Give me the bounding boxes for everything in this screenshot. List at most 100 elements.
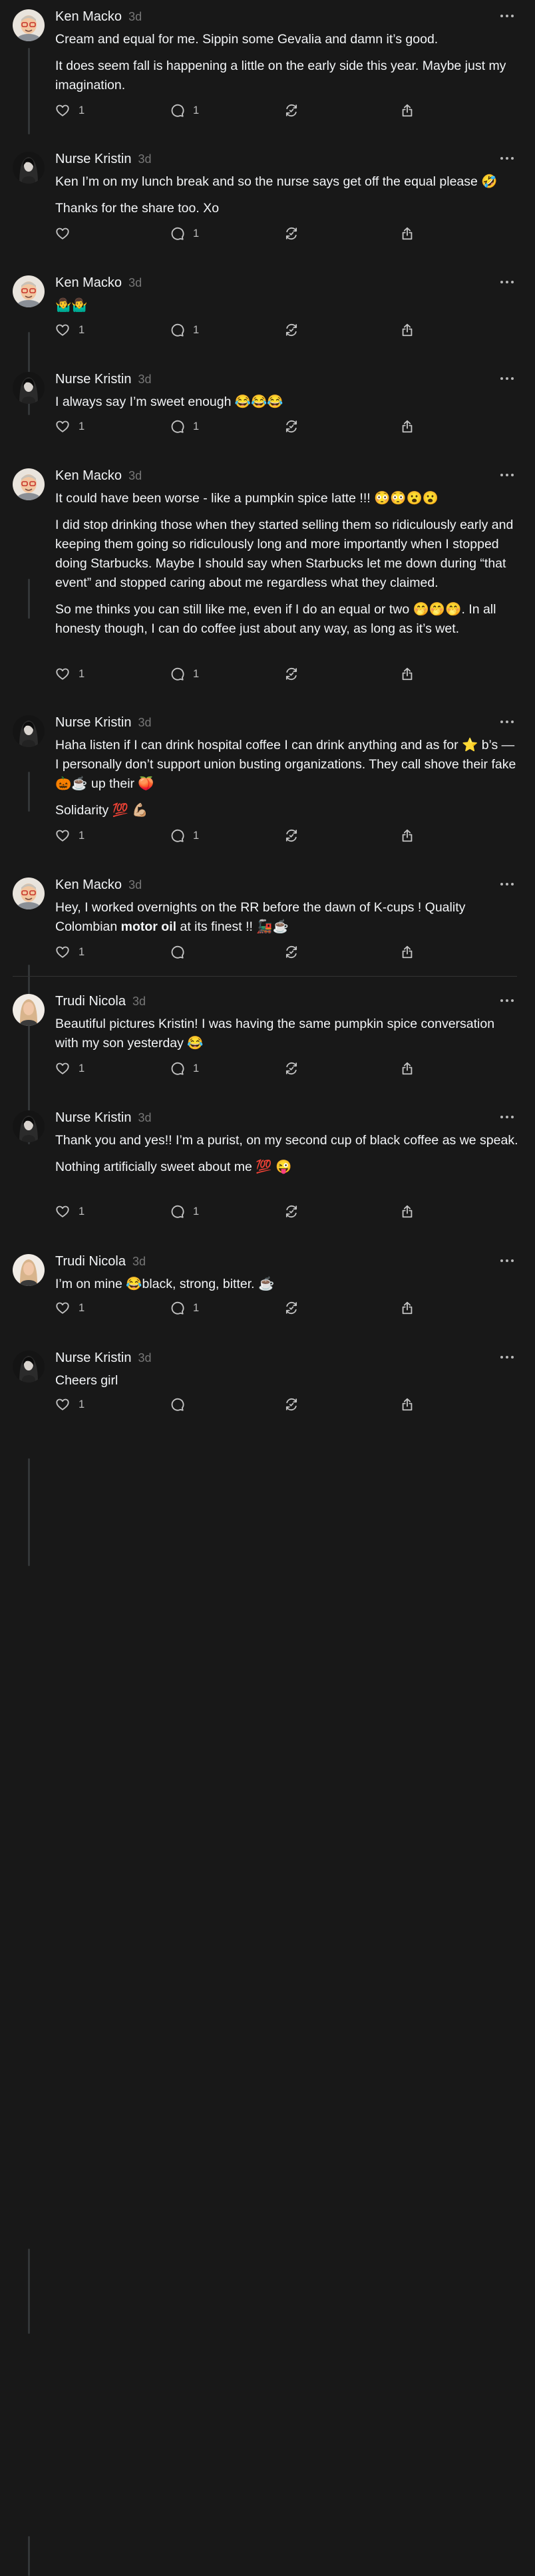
share-button[interactable] [400,320,415,340]
avatar[interactable] [13,994,45,1026]
post-text: Solidarity 💯 💪🏼 [55,803,148,818]
post-body: Beautiful pictures Kristin! I was having… [55,1015,521,1060]
thread-post: Ken Macko 3d Cream and equal for me. Sippi… [0,0,535,142]
more-icon[interactable] [499,153,515,160]
avatar[interactable] [13,1110,45,1142]
reply-button[interactable]: 1 [170,1058,199,1078]
author-name[interactable]: Ken Macko [55,275,122,291]
post-text: Ken I’m on my lunch break and so the nur… [55,174,498,189]
post-text: 🤷‍♂️🤷‍♂️ [55,298,88,313]
repost-button[interactable] [284,224,299,243]
more-icon[interactable] [499,995,515,1002]
share-button[interactable] [400,224,415,243]
like-button[interactable]: 1 [55,1394,85,1414]
reply-button[interactable]: 1 [170,416,199,436]
reply-button[interactable]: 1 [170,1298,199,1318]
more-icon[interactable] [499,1255,515,1262]
reply-button[interactable] [170,1394,193,1414]
more-icon[interactable] [499,1112,515,1118]
author-name[interactable]: Trudi Nicola [55,1254,126,1269]
like-button[interactable]: 1 [55,100,85,120]
like-button[interactable]: 1 [55,320,85,340]
post-header: Nurse Kristin 3d [55,372,152,387]
avatar[interactable] [13,152,45,184]
more-icon[interactable] [499,470,515,476]
share-button[interactable] [400,664,415,684]
share-button[interactable] [400,826,415,846]
post-actions: 11 [55,1202,428,1221]
like-button[interactable]: 1 [55,1058,85,1078]
reply-count: 1 [193,104,200,116]
share-button[interactable] [400,1394,415,1414]
repost-button[interactable] [284,1394,299,1414]
author-name[interactable]: Trudi Nicola [55,994,126,1009]
like-button[interactable]: 1 [55,1202,85,1221]
share-button[interactable] [400,942,415,962]
thread-line [28,2249,30,2334]
avatar[interactable] [13,275,45,307]
author-name[interactable]: Ken Macko [55,9,122,25]
more-icon[interactable] [499,1352,515,1359]
repost-button[interactable] [284,664,299,684]
more-icon[interactable] [499,373,515,380]
avatar[interactable] [13,372,45,404]
comment-icon [170,323,184,337]
timestamp: 3d [128,10,142,23]
avatar[interactable] [13,9,45,41]
more-icon[interactable] [499,11,515,17]
author-name[interactable]: Ken Macko [55,878,122,893]
avatar[interactable] [13,468,45,500]
comment-icon [170,1204,184,1219]
like-button[interactable] [55,224,79,243]
repost-button[interactable] [284,1298,299,1318]
author-name[interactable]: Nurse Kristin [55,372,131,387]
like-button[interactable]: 1 [55,942,85,962]
like-count: 1 [79,945,85,958]
repost-button[interactable] [284,100,299,120]
author-name[interactable]: Nurse Kristin [55,1351,131,1366]
repost-button[interactable] [284,416,299,436]
avatar[interactable] [13,715,45,747]
thread-post: Nurse Kristin 3d Thank you and yes!! I’m a… [0,1101,535,2334]
avatar[interactable] [13,1351,45,1382]
reply-button[interactable]: 1 [170,100,199,120]
heart-icon [55,1397,70,1412]
more-icon[interactable] [499,879,515,886]
reply-button[interactable]: 1 [170,826,199,846]
like-button[interactable]: 1 [55,664,85,684]
post-body: Hey, I worked overnights on the RR befor… [55,898,521,944]
repost-icon [284,945,299,959]
repost-button[interactable] [284,826,299,846]
repost-button[interactable] [284,1202,299,1221]
repost-button[interactable] [284,320,299,340]
avatar[interactable] [13,878,45,909]
share-button[interactable] [400,100,415,120]
thread-post: Ken Macko 3d Hey, I worked overnights on t… [0,868,535,985]
more-icon[interactable] [499,717,515,723]
reply-button[interactable]: 1 [170,320,199,340]
timestamp: 3d [138,1351,152,1365]
like-button[interactable]: 1 [55,826,85,846]
post-header: Nurse Kristin 3d [55,1351,152,1365]
post-actions: 11 [55,1298,428,1318]
thread-post: Nurse Kristin 3d I always say I’m sweet en… [0,363,535,812]
reply-button[interactable]: 1 [170,224,199,243]
avatar[interactable] [13,1254,45,1286]
share-button[interactable] [400,1202,415,1221]
author-name[interactable]: Nurse Kristin [55,715,131,730]
more-icon[interactable] [499,277,515,283]
reply-button[interactable] [170,942,193,962]
author-name[interactable]: Nurse Kristin [55,1110,131,1126]
like-button[interactable]: 1 [55,1298,85,1318]
author-name[interactable]: Ken Macko [55,468,122,484]
repost-button[interactable] [284,1058,299,1078]
share-button[interactable] [400,416,415,436]
author-name[interactable]: Nurse Kristin [55,152,131,167]
share-button[interactable] [400,1058,415,1078]
like-button[interactable]: 1 [55,416,85,436]
repost-button[interactable] [284,942,299,962]
reply-button[interactable]: 1 [170,1202,199,1221]
comment-icon [170,945,184,959]
share-button[interactable] [400,1298,415,1318]
reply-button[interactable]: 1 [170,664,199,684]
